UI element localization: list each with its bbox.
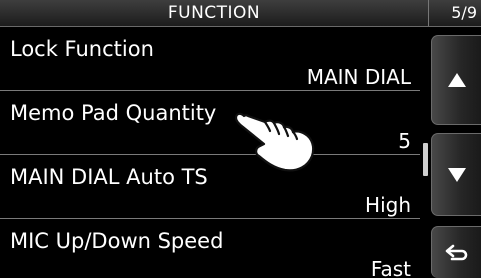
back-button[interactable] [431,226,481,278]
down-triangle-icon [447,167,466,182]
menu-item-memo-pad-quantity[interactable]: Memo Pad Quantity 5 [0,91,420,155]
menu-item-mic-up-down-speed[interactable]: MIC Up/Down Speed Fast [0,219,420,278]
title-divider [428,0,429,26]
pointing-hand-icon [234,112,315,172]
scrollbar[interactable] [422,27,428,278]
menu-title: FUNCTION [167,3,261,23]
menu-item-label: MAIN DIAL Auto TS [10,165,208,189]
scroll-up-button[interactable] [431,35,481,125]
menu-item-value: Fast [370,257,411,278]
page-indicator: 5/9 [451,3,477,22]
scroll-thumb[interactable] [423,143,428,176]
menu-item-label: MIC Up/Down Speed [10,229,224,253]
menu-item-value: MAIN DIAL [306,65,411,89]
menu-item-label: Memo Pad Quantity [10,101,217,125]
menu-item-lock-function[interactable]: Lock Function MAIN DIAL [0,27,420,91]
function-menu-screen: FUNCTION 5/9 Lock Function MAIN DIAL Mem… [0,0,481,278]
menu-item-value: 5 [398,129,411,153]
title-bar: FUNCTION 5/9 [0,0,481,27]
menu-item-value: High [365,193,411,217]
menu-item-label: Lock Function [10,37,154,61]
up-triangle-icon [447,73,466,87]
menu-item-main-dial-auto-ts[interactable]: MAIN DIAL Auto TS High [0,155,420,219]
menu-list: Lock Function MAIN DIAL Memo Pad Quantit… [0,27,420,278]
scroll-down-button[interactable] [431,133,481,216]
return-arrow-icon [445,244,467,260]
